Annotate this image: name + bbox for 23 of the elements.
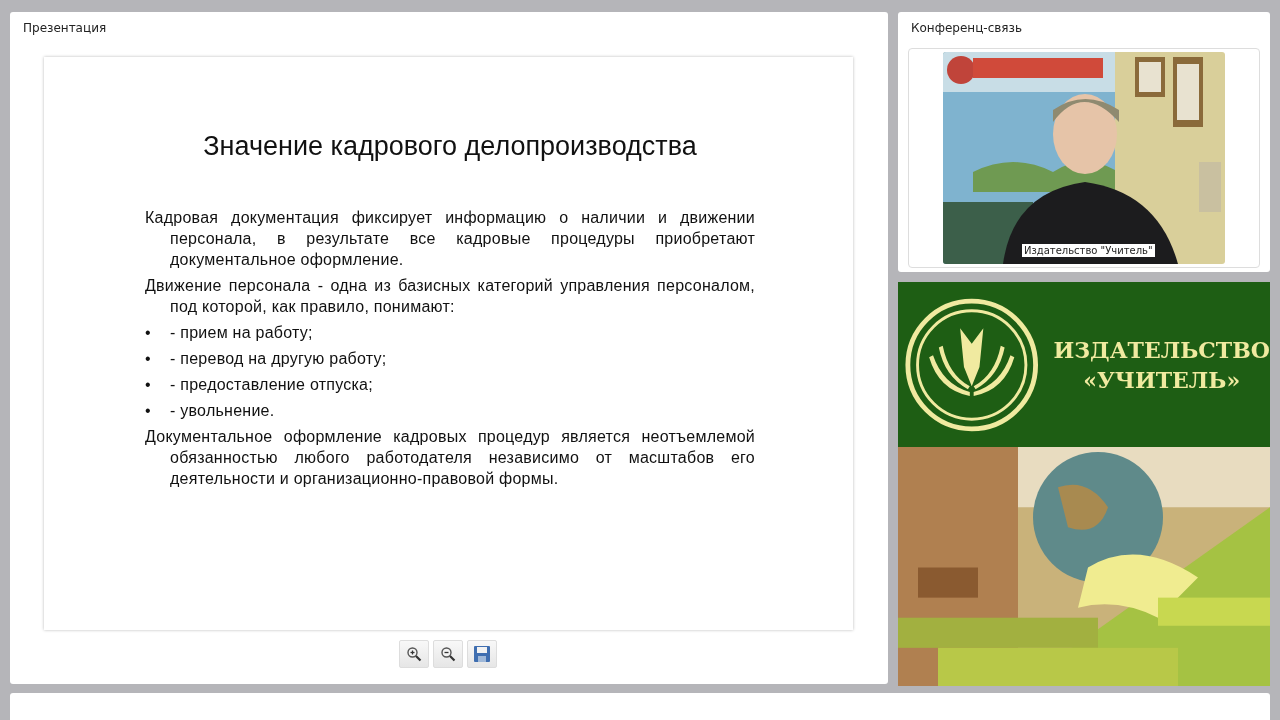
zoom-out-icon [440,646,456,662]
slide-heading: Значение кадрового делопроизводства [202,131,698,162]
bullet-marker: • [145,349,152,369]
bullet-marker: • [145,323,152,343]
save-icon [473,645,491,663]
bullet-item: - перевод на другую работу; [170,349,387,369]
bullet-marker: • [145,375,152,395]
video-caption: Издательство "Учитель" [1022,244,1155,257]
panel-title: Презентация [22,20,107,37]
save-button[interactable] [467,640,497,668]
bullet-item: - увольнение. [170,401,275,421]
panel-title: Конференц-связь [910,20,1024,37]
bullet-item: - прием на работу; [170,323,313,343]
zoom-out-button[interactable] [433,640,463,668]
slide-paragraph: Движение персонала - одна из базисных категорий управления персоналом, под которой, как правило, понимают: [145,276,755,317]
book-emblem-icon [904,296,1040,433]
zoom-in-icon [406,646,422,662]
publisher-name: ИЗДАТЕЛЬСТВО «УЧИТЕЛЬ» [1053,335,1270,395]
bullet-item: - предоставление отпуска; [170,375,373,395]
slide-paragraph: Кадровая документация фиксирует информацию о наличии и движении персонала, в результате все кадровые процедуры приобретают документальное оформление. [145,208,755,270]
slide-paragraph: Документальное оформление кадровых процедур является неотъемлемой обязанностью любого работодателя независимо от масштабов его деятельности и организационно-правовой формы. [145,427,755,489]
zoom-in-button[interactable] [399,640,429,668]
bullet-marker: • [145,401,152,421]
